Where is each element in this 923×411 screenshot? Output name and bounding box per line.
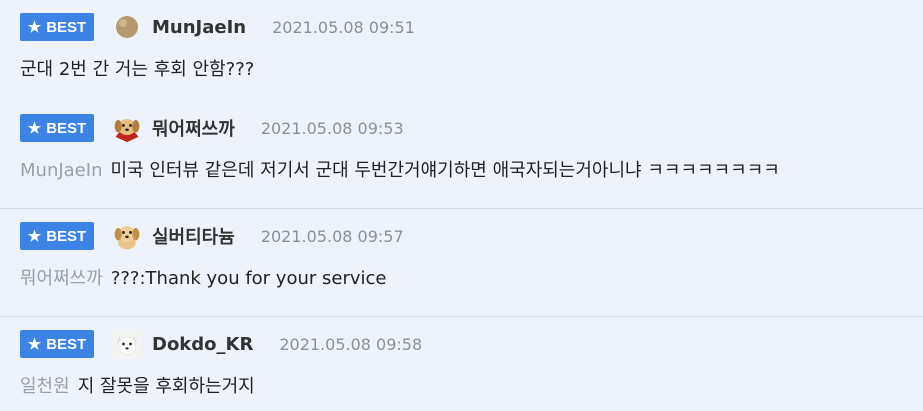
- comment-item: ★ BEST 실버티타늄 2021.05.08 09:57 뭐어쩌쓰까 ???:T…: [0, 209, 923, 317]
- best-badge: ★ BEST: [20, 330, 94, 358]
- best-badge: ★ BEST: [20, 222, 94, 250]
- star-icon: ★: [27, 228, 42, 245]
- comment-time: 2021.05.08 09:58: [279, 334, 423, 354]
- comment-text: 지 잘못을 후회하는거지: [77, 376, 255, 397]
- comment-time: 2021.05.08 09:53: [260, 118, 404, 138]
- avatar[interactable]: [112, 113, 142, 143]
- best-badge-label: BEST: [46, 227, 87, 245]
- mention-username[interactable]: 일천원: [20, 376, 70, 397]
- white-dog-avatar-icon: [112, 329, 142, 359]
- best-badge: ★ BEST: [20, 13, 94, 41]
- best-badge-label: BEST: [46, 18, 87, 36]
- puppy-with-cape-avatar-icon: [114, 119, 140, 143]
- star-icon: ★: [27, 19, 42, 36]
- comment-text: ???:Thank you for your service: [110, 268, 387, 289]
- round-ball-avatar-icon: [116, 16, 138, 38]
- best-badge-label: BEST: [46, 335, 87, 353]
- comment-body: 군대 2번 간 거는 후회 안함???: [20, 55, 254, 81]
- author-name[interactable]: 실버티타늄: [152, 223, 235, 249]
- best-badge: ★ BEST: [20, 114, 94, 142]
- avatar[interactable]: [112, 12, 142, 42]
- best-badge-label: BEST: [46, 119, 87, 137]
- star-icon: ★: [27, 336, 42, 353]
- comment-time: 2021.05.08 09:57: [260, 226, 404, 246]
- star-icon: ★: [27, 120, 42, 137]
- avatar[interactable]: [112, 329, 142, 359]
- comment-body: 뭐어쩌쓰까 ???:Thank you for your service: [20, 264, 386, 290]
- comment-item: ★ BEST Dokdo_KR 2021.05.08 09:58 일천원 지 잘못…: [0, 317, 923, 411]
- comment-header: ★ BEST Dokdo_KR 2021.05.08 09:58: [20, 329, 422, 359]
- comment-body: MunJaeIn 미국 인터뷰 같은데 저기서 군대 두번간거얘기하면 애국자되는…: [20, 156, 780, 182]
- comment-header: ★ BEST MunJaeIn 2021.05.08 09:51: [20, 12, 415, 42]
- comment-header: ★ BEST 실버티타늄 2021.05.08 09:57: [20, 221, 404, 251]
- comment-body: 일천원 지 잘못을 후회하는거지: [20, 372, 255, 398]
- comment-item: ★ BEST MunJaeIn 2021.05.08 09:51 군대 2번 간…: [0, 0, 923, 108]
- comment-item: ★ BEST 뭐어쩌쓰까 2021.05.08 09:53 MunJaeIn 미국…: [0, 101, 923, 209]
- comment-text: 미국 인터뷰 같은데 저기서 군대 두번간거얘기하면 애국자되는거아니냐 ㅋㅋㅋ…: [110, 160, 780, 181]
- comment-header: ★ BEST 뭐어쩌쓰까 2021.05.08 09:53: [20, 113, 404, 143]
- comment-time: 2021.05.08 09:51: [272, 17, 415, 37]
- comment-text: 군대 2번 간 거는 후회 안함???: [20, 59, 255, 80]
- puppy-avatar-icon: [114, 226, 140, 250]
- mention-username[interactable]: 뭐어쩌쓰까: [20, 268, 103, 289]
- avatar[interactable]: [112, 221, 142, 251]
- author-name[interactable]: MunJaeIn: [152, 17, 246, 38]
- mention-username[interactable]: MunJaeIn: [20, 160, 102, 181]
- author-name[interactable]: 뭐어쩌쓰까: [152, 115, 235, 141]
- author-name[interactable]: Dokdo_KR: [152, 334, 253, 355]
